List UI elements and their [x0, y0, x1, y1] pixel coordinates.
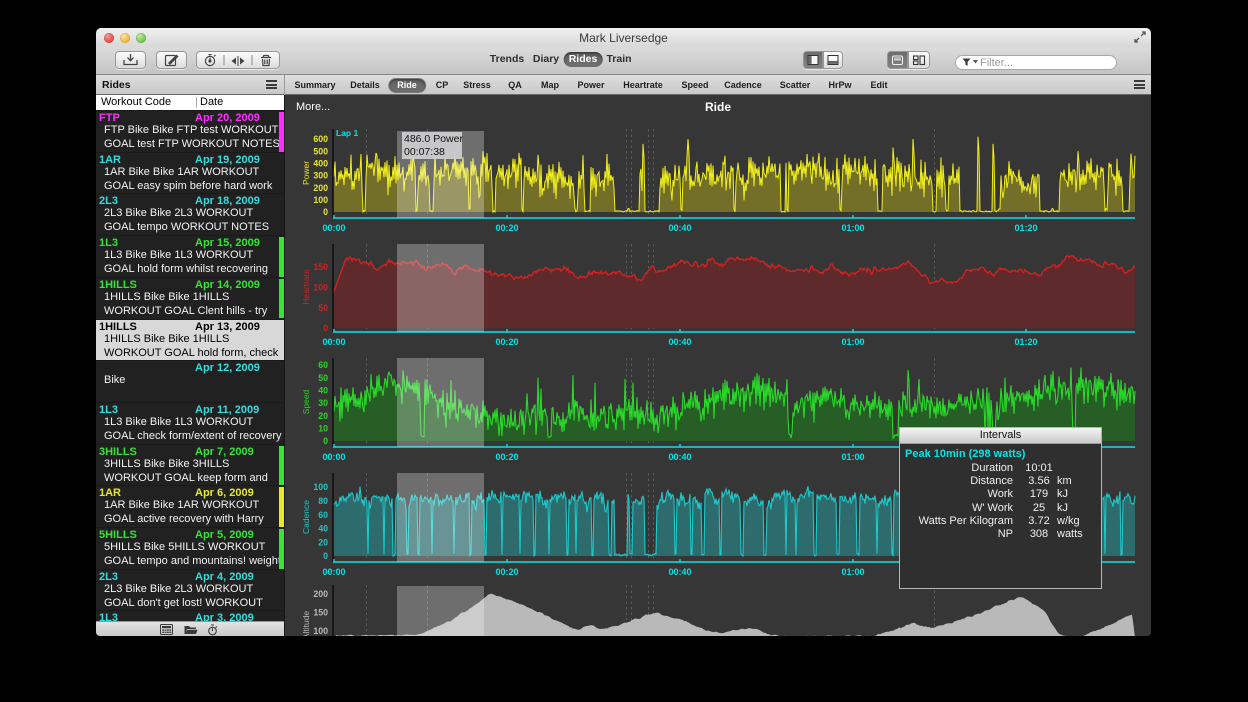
svg-text:150: 150 — [313, 608, 328, 618]
svg-text:40: 40 — [318, 524, 328, 534]
svg-text:10: 10 — [318, 424, 328, 434]
svg-text:50: 50 — [318, 303, 328, 313]
svg-text:100: 100 — [313, 626, 328, 636]
svg-text:150: 150 — [313, 262, 328, 272]
svg-text:0: 0 — [323, 436, 328, 446]
svg-text:00:00: 00:00 — [322, 567, 345, 577]
svg-text:00:20: 00:20 — [495, 452, 518, 462]
svg-text:Heartrate: Heartrate — [301, 269, 311, 305]
svg-text:100: 100 — [313, 195, 328, 205]
svg-text:01:20: 01:20 — [1014, 337, 1037, 347]
svg-text:200: 200 — [313, 589, 328, 599]
svg-text:60: 60 — [318, 360, 328, 370]
svg-text:01:00: 01:00 — [841, 452, 864, 462]
svg-text:50: 50 — [318, 373, 328, 383]
svg-text:00:20: 00:20 — [495, 223, 518, 233]
svg-text:00:40: 00:40 — [668, 223, 691, 233]
svg-text:Lap 1: Lap 1 — [336, 128, 358, 138]
svg-text:300: 300 — [313, 171, 328, 181]
svg-text:01:00: 01:00 — [841, 223, 864, 233]
svg-text:30: 30 — [318, 398, 328, 408]
svg-text:400: 400 — [313, 159, 328, 169]
svg-text:01:00: 01:00 — [841, 337, 864, 347]
svg-text:600: 600 — [313, 134, 328, 144]
svg-text:0: 0 — [323, 207, 328, 217]
svg-text:00:40: 00:40 — [668, 567, 691, 577]
svg-text:01:00: 01:00 — [841, 567, 864, 577]
svg-text:100: 100 — [313, 283, 328, 293]
svg-text:60: 60 — [318, 510, 328, 520]
svg-text:00:00: 00:00 — [322, 337, 345, 347]
svg-text:500: 500 — [313, 146, 328, 156]
svg-text:00:40: 00:40 — [668, 337, 691, 347]
svg-text:100: 100 — [313, 482, 328, 492]
svg-text:0: 0 — [323, 323, 328, 333]
svg-text:Speed: Speed — [301, 389, 311, 414]
svg-text:40: 40 — [318, 386, 328, 396]
svg-text:00:00: 00:00 — [322, 223, 345, 233]
svg-text:Altitude: Altitude — [301, 611, 311, 636]
svg-text:00:20: 00:20 — [495, 337, 518, 347]
svg-text:Cadence: Cadence — [301, 500, 311, 534]
svg-text:00:00: 00:00 — [322, 452, 345, 462]
svg-text:01:20: 01:20 — [1014, 223, 1037, 233]
svg-text:Power: Power — [301, 161, 311, 185]
svg-text:20: 20 — [318, 537, 328, 547]
svg-text:80: 80 — [318, 496, 328, 506]
svg-text:00:20: 00:20 — [495, 567, 518, 577]
svg-text:20: 20 — [318, 411, 328, 421]
svg-text:0: 0 — [323, 551, 328, 561]
svg-text:200: 200 — [313, 183, 328, 193]
svg-text:00:40: 00:40 — [668, 452, 691, 462]
